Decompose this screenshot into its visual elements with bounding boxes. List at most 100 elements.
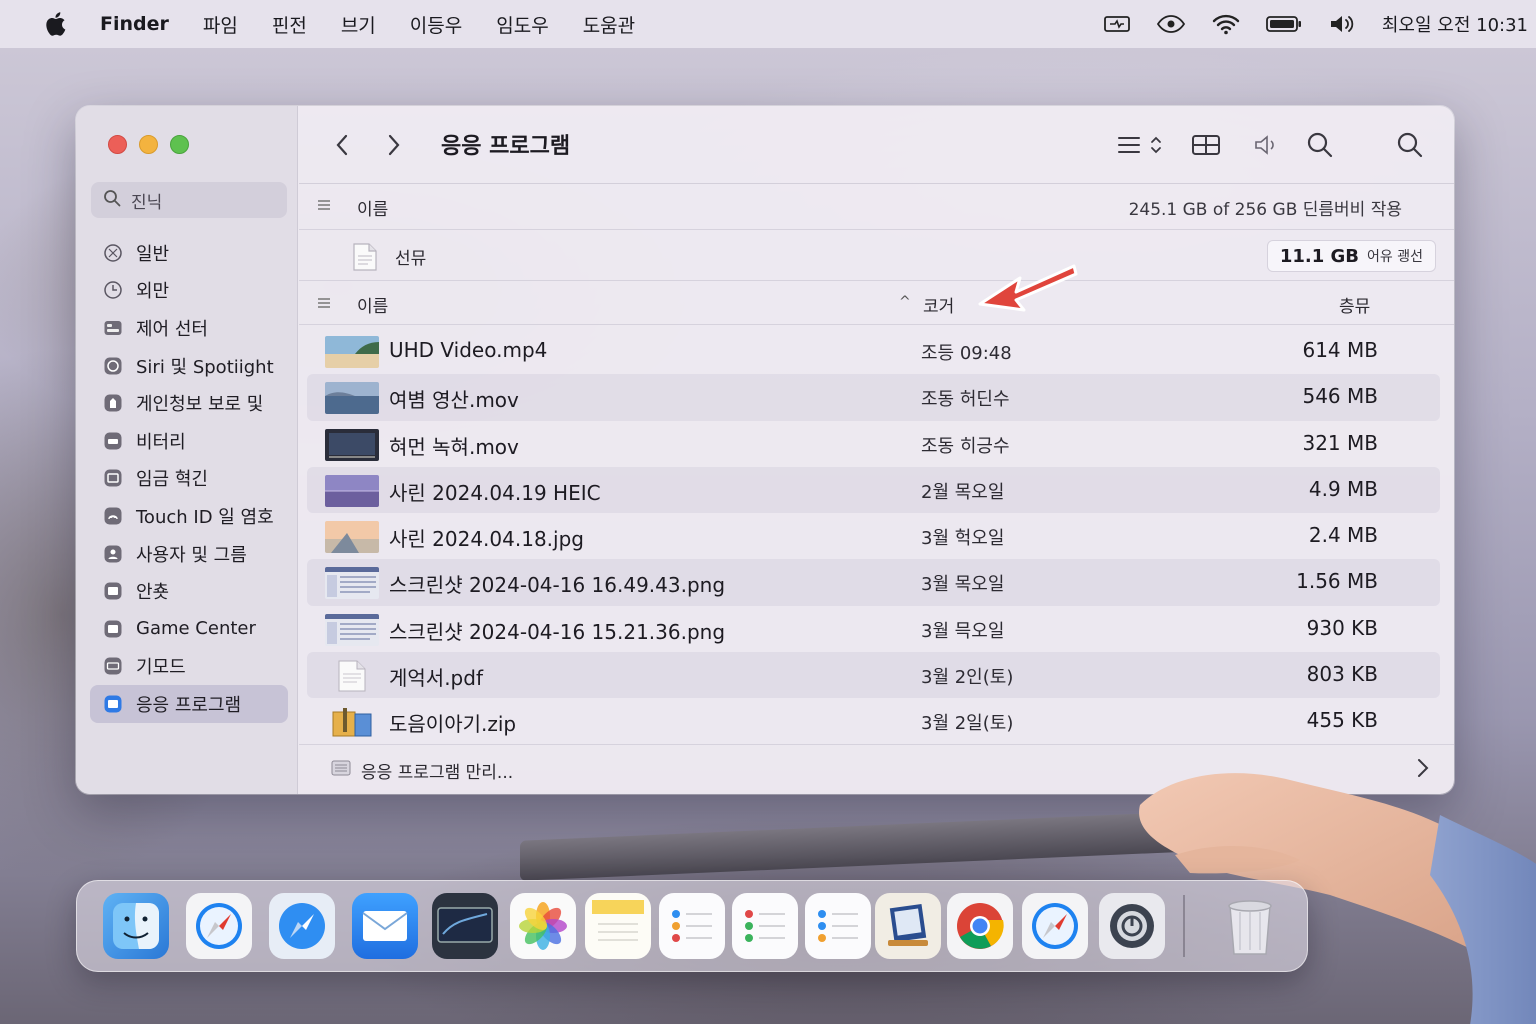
fingerprint-icon bbox=[102, 505, 124, 527]
minimize-button[interactable] bbox=[139, 135, 158, 154]
menu-lines-icon[interactable] bbox=[317, 295, 331, 314]
zoom-button[interactable] bbox=[170, 135, 189, 154]
back-button[interactable] bbox=[327, 130, 357, 160]
volume-icon[interactable] bbox=[1328, 13, 1356, 35]
storage-header: 이름 245.1 GB of 256 GB 딘름버비 작용 bbox=[299, 185, 1454, 230]
screenshot-app-icon[interactable] bbox=[432, 893, 498, 959]
chrome-icon[interactable] bbox=[947, 893, 1013, 959]
sidebar-item-lock-screen[interactable]: 임금 혁긴 bbox=[90, 460, 288, 498]
sidebar-item-control-center[interactable]: 제어 선터 bbox=[90, 309, 288, 347]
applications-icon bbox=[102, 693, 124, 715]
sidebar-item-clock[interactable]: 외만 bbox=[90, 272, 288, 310]
window-title: 응응 프로그램 bbox=[441, 134, 571, 159]
wifi-icon[interactable] bbox=[1212, 13, 1240, 35]
reminders-icon[interactable] bbox=[732, 893, 798, 959]
file-row[interactable]: 여볌 영산.mov 조동 허딘수 546 MB bbox=[307, 374, 1440, 421]
forward-button[interactable] bbox=[379, 130, 409, 160]
sidebar-item-label: 외만 bbox=[136, 281, 170, 303]
menu-app-name[interactable]: Finder bbox=[100, 13, 169, 35]
file-name: 스크린샷 2024-04-16 16.49.43.png bbox=[389, 573, 726, 598]
toolbar: 응응 프로그램 bbox=[299, 106, 1454, 184]
menu-lines-icon[interactable] bbox=[317, 197, 331, 216]
search-icon[interactable] bbox=[1393, 129, 1427, 161]
sidebar-item-keyboard[interactable]: 기모드 bbox=[90, 648, 288, 686]
sidebar-item-privacy[interactable]: 게인청보 보로 및 bbox=[90, 384, 288, 422]
close-button[interactable] bbox=[108, 135, 127, 154]
file-row[interactable]: 스크린샷 2024-04-16 15.21.36.png 3월 믁오일 930 KB bbox=[307, 606, 1440, 652]
menu-item-help[interactable]: 도움관 bbox=[583, 11, 635, 38]
safari-icon[interactable] bbox=[186, 893, 252, 959]
search-toolbar-icon[interactable] bbox=[1303, 129, 1337, 161]
preview-icon[interactable] bbox=[875, 893, 941, 959]
sidebar-item-game-center[interactable]: Game Center bbox=[90, 610, 288, 648]
sidebar-search-field[interactable]: 진닉 bbox=[91, 182, 287, 218]
file-row[interactable]: 게억서.pdf 3월 2인(토) 803 KB bbox=[307, 652, 1440, 699]
menu-item-view[interactable]: 브기 bbox=[341, 11, 376, 38]
battery-status-icon[interactable] bbox=[1265, 15, 1302, 33]
footer-label[interactable]: 응응 프로그램 만리... bbox=[361, 758, 513, 783]
menu-item-file[interactable]: 파임 bbox=[203, 11, 238, 38]
notes-icon[interactable] bbox=[585, 893, 651, 959]
column-header-size[interactable]: 코거 bbox=[923, 292, 954, 317]
file-row[interactable]: 사린 2024.04.19 HEIC 2월 목오일 4.9 MB bbox=[307, 466, 1440, 514]
folder-row[interactable]: 선뮤 11.1 GB 어유 괭선 bbox=[299, 231, 1454, 281]
screenshot-thumbnail-icon bbox=[325, 567, 379, 600]
safari-icon[interactable] bbox=[1022, 893, 1088, 959]
file-date: 2월 목오일 bbox=[921, 481, 1005, 503]
sidebar-item-general[interactable]: 일반 bbox=[90, 234, 288, 272]
column-header-kind[interactable]: 층뮤 bbox=[1339, 292, 1370, 317]
users-icon bbox=[102, 543, 124, 565]
reminders-icon[interactable] bbox=[805, 893, 871, 959]
menu-item-edit[interactable]: 핀전 bbox=[272, 11, 307, 38]
file-row[interactable]: 혀먼 녹혀.mov 조동 히긍수 321 MB bbox=[307, 421, 1440, 467]
reminders-icon[interactable] bbox=[659, 893, 725, 959]
keyboard-status-icon[interactable] bbox=[1103, 15, 1130, 33]
finder-icon[interactable] bbox=[103, 893, 169, 959]
file-name: UHD Video.mp4 bbox=[389, 338, 548, 362]
window-controls bbox=[108, 135, 189, 154]
sidebar-item-label: 제어 선터 bbox=[136, 318, 208, 340]
file-date: 조동 히긍수 bbox=[921, 435, 1010, 457]
siri-icon bbox=[102, 355, 124, 377]
safari-icon[interactable] bbox=[269, 893, 335, 959]
file-size: 455 KB bbox=[1306, 708, 1378, 733]
lock-icon bbox=[102, 467, 124, 489]
mail-icon[interactable] bbox=[352, 893, 418, 959]
column-header-name[interactable]: 이름 bbox=[357, 292, 388, 317]
photos-icon[interactable] bbox=[510, 893, 576, 959]
menu-clock[interactable]: 최오일 오전 10:31 bbox=[1382, 11, 1528, 37]
file-size: 546 MB bbox=[1302, 384, 1378, 409]
sidebar: 진닉 일반 외만 제어 선터 Siri 및 Spotiight 게인청보 보로 … bbox=[76, 106, 298, 794]
sidebar-item-battery[interactable]: 비터리 bbox=[90, 422, 288, 460]
trash-icon[interactable] bbox=[1217, 893, 1283, 959]
menu-item-go[interactable]: 이등우 bbox=[410, 11, 462, 38]
disk-utility-icon[interactable] bbox=[1099, 893, 1165, 959]
eye-status-icon[interactable] bbox=[1156, 14, 1186, 34]
video-lake-thumbnail-icon bbox=[325, 382, 379, 415]
list-view-icon[interactable] bbox=[1115, 129, 1167, 161]
file-row[interactable]: 스크린샷 2024-04-16 16.49.43.png 3월 목오일 1.56 M… bbox=[307, 559, 1440, 606]
video-beach-thumbnail-icon bbox=[325, 336, 379, 368]
sidebar-item-label: 임금 혁긴 bbox=[136, 469, 208, 491]
share-icon[interactable] bbox=[1249, 129, 1283, 161]
battery-icon bbox=[102, 430, 124, 452]
file-row[interactable]: 사린 2024.04.18.jpg 3월 헉오일 2.4 MB bbox=[307, 513, 1440, 559]
applications-folder-icon bbox=[331, 759, 351, 781]
file-date: 3월 믁오일 bbox=[921, 620, 1005, 642]
sidebar-item-users[interactable]: 사용자 및 그름 bbox=[90, 535, 288, 573]
apple-menu-icon[interactable] bbox=[44, 11, 70, 37]
search-icon bbox=[103, 189, 121, 212]
sidebar-item-label: 일반 bbox=[136, 243, 170, 265]
sidebar-item-siri[interactable]: Siri 및 Spotiight bbox=[90, 347, 288, 385]
chevron-left-icon bbox=[336, 134, 348, 156]
file-row[interactable]: UHD Video.mp4 조등 09:48 614 MB bbox=[307, 328, 1440, 374]
sidebar-item-touch-id[interactable]: Touch ID 일 염호 bbox=[90, 497, 288, 535]
column-header-name[interactable]: 이름 bbox=[357, 195, 388, 220]
sidebar-item-security[interactable]: 안춋 bbox=[90, 572, 288, 610]
menu-item-window[interactable]: 임도우 bbox=[496, 11, 548, 38]
file-name: 여볌 영산.mov bbox=[389, 388, 519, 413]
gallery-view-icon[interactable] bbox=[1189, 129, 1223, 161]
sidebar-item-applications[interactable]: 응응 프로그램 bbox=[90, 685, 288, 723]
file-row[interactable]: 도음이아기.zip 3월 2일(토) 455 KB bbox=[307, 698, 1440, 744]
file-date: 3월 헉오일 bbox=[921, 528, 1005, 550]
